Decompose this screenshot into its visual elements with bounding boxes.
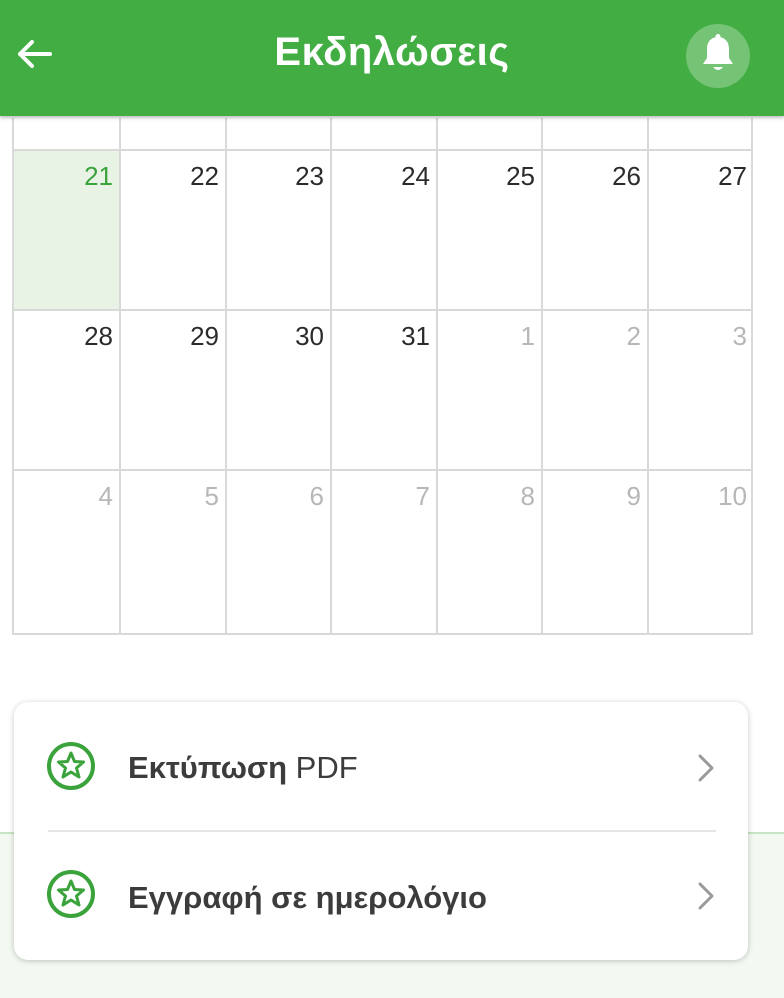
calendar-day-cell[interactable]: 6 [225, 469, 330, 635]
chevron-right-icon [694, 880, 718, 912]
add-to-calendar-row[interactable]: Εγγραφή σε ημερολόγιο [14, 832, 748, 960]
add-to-calendar-label-bold: Εγγραφή σε ημερολόγιο [128, 880, 487, 915]
calendar-day-cell[interactable]: 21 [12, 149, 119, 309]
day-number: 29 [190, 321, 219, 351]
day-number: 24 [401, 161, 430, 191]
calendar-day-cell[interactable]: 29 [119, 309, 225, 469]
calendar-day-cell[interactable] [541, 118, 647, 149]
calendar-day-cell[interactable]: 3 [647, 309, 753, 469]
calendar-day-cell[interactable]: 5 [119, 469, 225, 635]
calendar-day-cell[interactable]: 26 [541, 149, 647, 309]
day-number: 5 [204, 481, 219, 511]
add-to-calendar-label: Εγγραφή σε ημερολόγιο [128, 880, 487, 916]
day-number: 28 [84, 321, 113, 351]
app-header: Εκδηλώσεις [0, 0, 784, 116]
day-number: 10 [718, 481, 747, 511]
print-pdf-label-rest: PDF [287, 750, 358, 785]
calendar-day-cell[interactable]: 22 [119, 149, 225, 309]
calendar-day-cell[interactable]: 31 [330, 309, 436, 469]
day-number: 22 [190, 161, 219, 191]
day-number: 6 [309, 481, 324, 511]
calendar-day-cell[interactable] [647, 118, 753, 149]
star-circle-icon [46, 741, 96, 791]
print-pdf-label-bold: Εκτύπωση [128, 750, 288, 785]
day-number: 9 [626, 481, 641, 511]
day-number: 23 [295, 161, 324, 191]
calendar-day-cell[interactable]: 27 [647, 149, 753, 309]
print-pdf-label: Εκτύπωση PDF [128, 750, 358, 786]
day-number: 30 [295, 321, 324, 351]
calendar-day-cell[interactable] [225, 118, 330, 149]
day-number: 8 [520, 481, 535, 511]
day-number: 3 [732, 321, 747, 351]
calendar-day-cell[interactable]: 24 [330, 149, 436, 309]
calendar-day-cell[interactable]: 30 [225, 309, 330, 469]
day-number: 26 [612, 161, 641, 191]
day-number: 7 [415, 481, 430, 511]
day-number: 2 [626, 321, 641, 351]
calendar-day-cell[interactable]: 25 [436, 149, 541, 309]
chevron-right-icon [694, 752, 718, 784]
calendar-day-cell[interactable]: 4 [12, 469, 119, 635]
calendar-grid: 21 22 23 24 25 26 27 28 29 30 31 1 2 3 4 5 6 7 8 9 10 [12, 118, 753, 635]
day-number: 25 [506, 161, 535, 191]
calendar-day-cell[interactable] [330, 118, 436, 149]
calendar-day-cell[interactable]: 8 [436, 469, 541, 635]
day-number: 1 [520, 321, 535, 351]
calendar-day-cell[interactable] [436, 118, 541, 149]
calendar-day-cell[interactable]: 10 [647, 469, 753, 635]
calendar-day-cell[interactable]: 1 [436, 309, 541, 469]
day-number: 27 [718, 161, 747, 191]
calendar-day-cell[interactable]: 23 [225, 149, 330, 309]
notifications-button[interactable] [686, 24, 750, 88]
calendar-day-cell[interactable]: 2 [541, 309, 647, 469]
day-number: 4 [98, 481, 113, 511]
calendar-day-cell[interactable] [119, 118, 225, 149]
calendar-day-cell[interactable]: 7 [330, 469, 436, 635]
day-number: 31 [401, 321, 430, 351]
day-number: 21 [84, 161, 113, 191]
star-circle-icon [46, 869, 96, 919]
page-title: Εκδηλώσεις [274, 30, 510, 74]
calendar-day-cell[interactable]: 28 [12, 309, 119, 469]
calendar-day-cell[interactable]: 9 [541, 469, 647, 635]
actions-card: Εκτύπωση PDF Εγγραφή σε ημερολόγιο [14, 702, 748, 960]
bell-icon [700, 33, 736, 79]
print-pdf-row[interactable]: Εκτύπωση PDF [14, 702, 748, 830]
calendar-day-cell[interactable] [12, 118, 119, 149]
